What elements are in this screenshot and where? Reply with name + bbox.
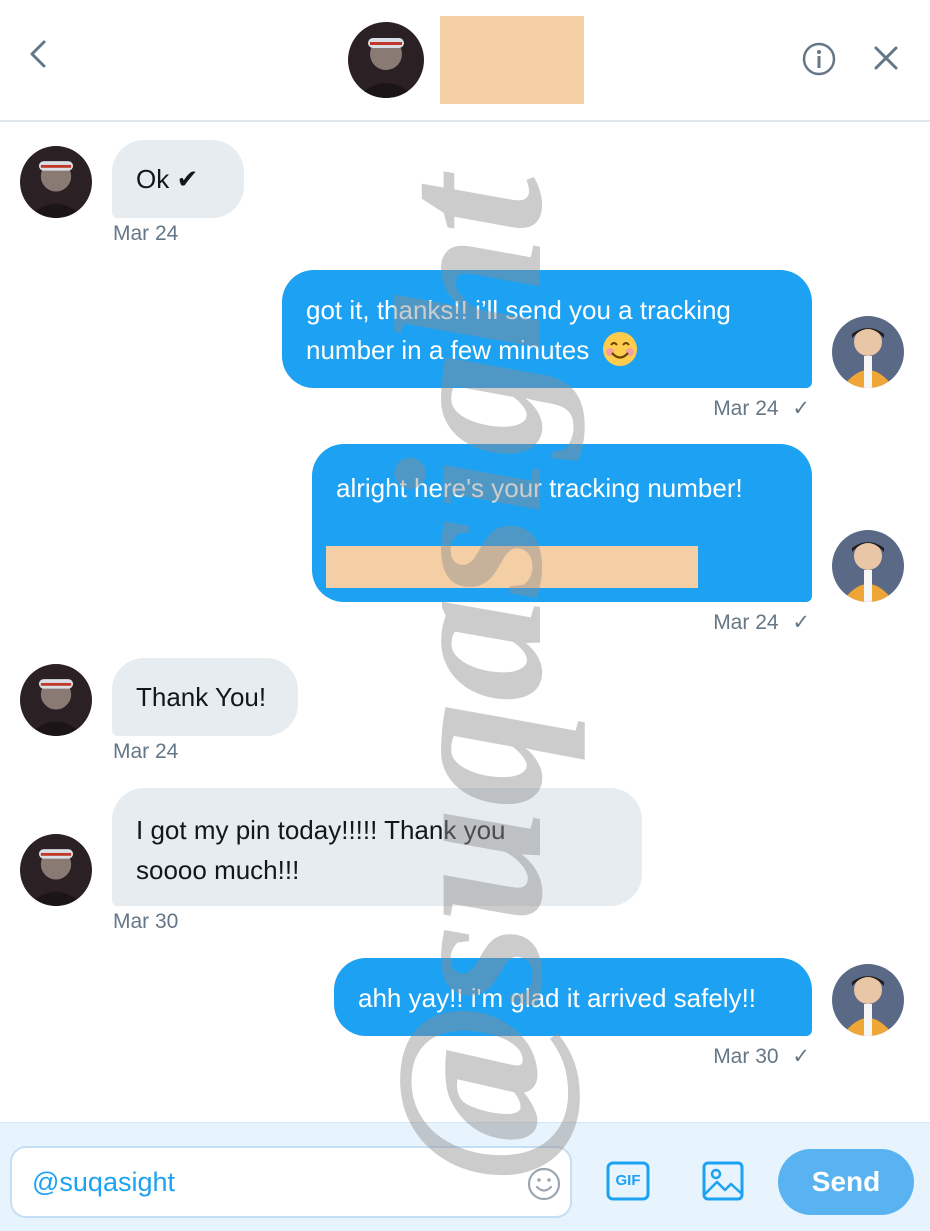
sender-avatar[interactable] — [20, 834, 92, 906]
close-icon — [874, 46, 898, 70]
watermark: @suqasight — [354, 171, 586, 1180]
send-button[interactable]: Send — [778, 1149, 914, 1215]
message-timestamp: Mar 24 ✓ — [713, 397, 810, 420]
sent-check-icon: ✓ — [792, 611, 810, 634]
my-avatar[interactable] — [832, 316, 904, 388]
message-bubble-incoming: Ok ✔ — [112, 140, 244, 218]
message-bubble-outgoing: got it, thanks!! i’ll send you a trackin… — [282, 270, 812, 388]
emoji-icon — [527, 1167, 561, 1201]
message-timestamp: Mar 30 ✓ — [713, 1045, 810, 1068]
redacted-contact-name — [440, 16, 584, 104]
image-icon — [702, 1161, 744, 1201]
message-bubble-incoming: I got my pin today!!!!! Thank you soooo … — [112, 788, 642, 906]
close-button[interactable] — [868, 40, 904, 76]
gif-button[interactable]: GIF — [606, 1161, 650, 1201]
message-text-line: I got my pin today!!!!! Thank you — [136, 815, 506, 845]
message-timestamp: Mar 24 ✓ — [713, 611, 810, 634]
conversation-header — [0, 0, 930, 122]
sent-check-icon: ✓ — [792, 397, 810, 420]
message-text-line: soooo much!!! — [136, 855, 300, 885]
message-text-line: got it, thanks!! i’ll send you a trackin… — [306, 295, 731, 325]
redacted-tracking-number — [326, 546, 698, 588]
message-timestamp: Mar 24 — [113, 222, 179, 245]
message-input-container[interactable] — [10, 1146, 572, 1218]
smiling-face-icon — [603, 332, 638, 366]
message-text: alright here's your tracking number! — [336, 473, 743, 503]
sent-check-icon: ✓ — [792, 1045, 810, 1068]
sender-avatar[interactable] — [20, 146, 92, 218]
back-button[interactable] — [24, 36, 54, 72]
message-bubble-outgoing: ahh yay!! i'm glad it arrived safely!! — [334, 958, 812, 1036]
message-text: Ok ✔ — [136, 164, 199, 194]
message-text: ahh yay!! i'm glad it arrived safely!! — [358, 983, 757, 1013]
contact-avatar[interactable] — [348, 22, 424, 98]
message-timestamp: Mar 24 — [113, 740, 179, 763]
message-timestamp: Mar 30 — [113, 910, 179, 933]
my-avatar[interactable] — [832, 530, 904, 602]
conversation-info-button[interactable] — [800, 40, 838, 78]
message-input[interactable] — [32, 1164, 492, 1200]
my-avatar[interactable] — [832, 964, 904, 1036]
image-upload-button[interactable] — [702, 1160, 744, 1202]
message-bubble-incoming: Thank You! — [112, 658, 298, 736]
chevron-left-icon — [30, 40, 46, 68]
info-icon — [802, 42, 836, 76]
message-text-line: number in a few minutes — [306, 330, 812, 370]
emoji-button[interactable] — [526, 1166, 562, 1202]
sender-avatar[interactable] — [20, 664, 92, 736]
message-text: Thank You! — [136, 682, 267, 712]
message-bubble-outgoing: alright here's your tracking number! — [312, 444, 812, 602]
